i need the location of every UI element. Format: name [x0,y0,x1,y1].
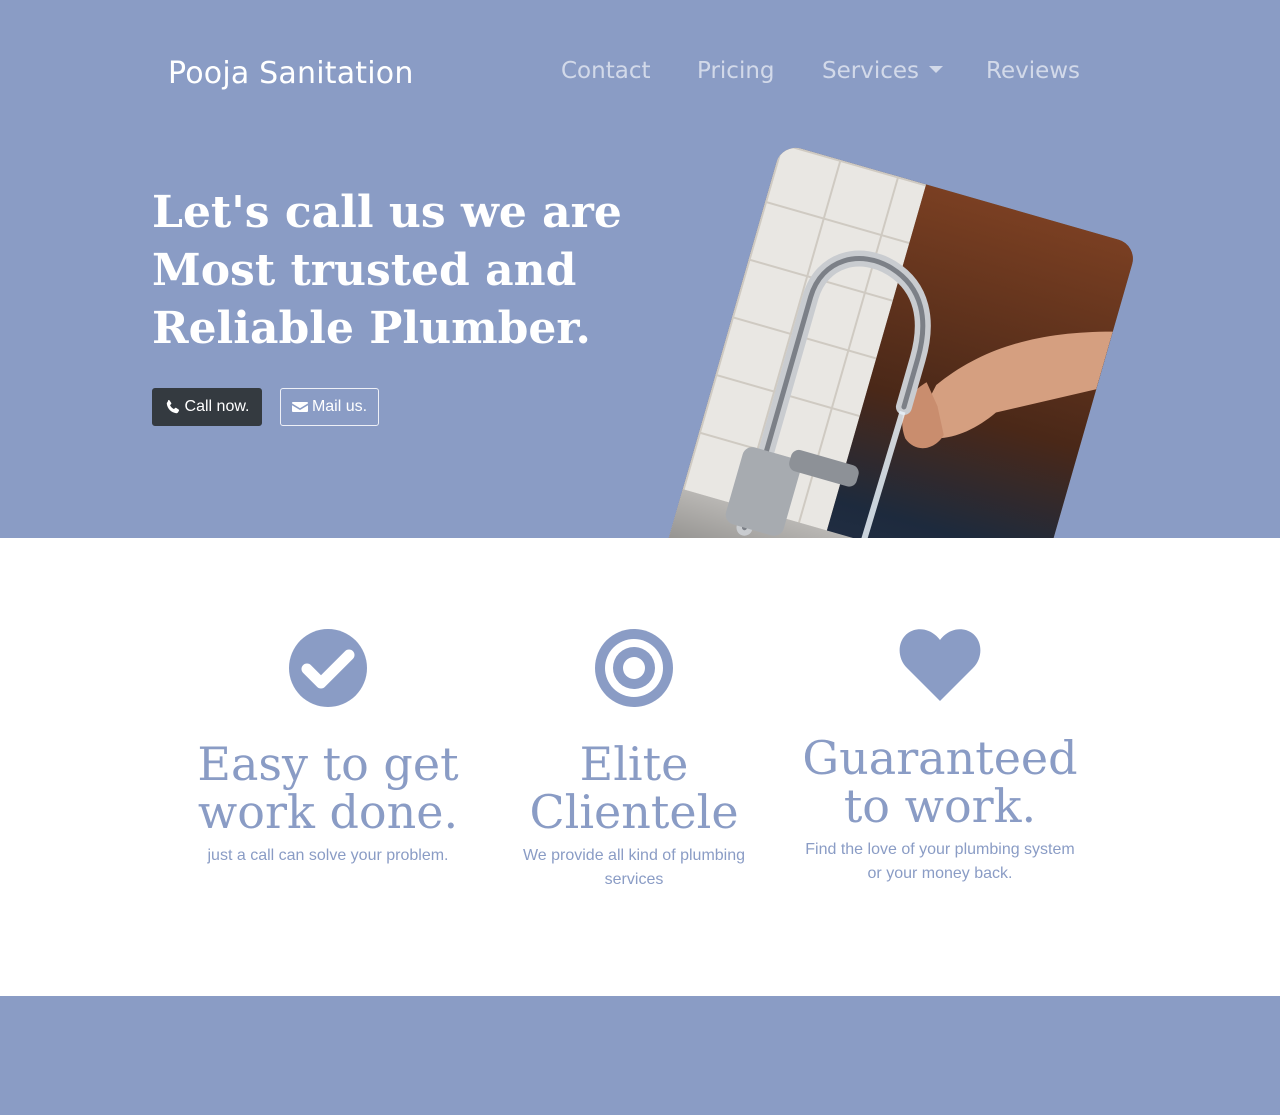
heart-icon [790,628,1090,702]
mail-us-label: Mail us. [311,398,368,415]
nav-item-services-label: Services [822,58,919,84]
nav-item-pricing[interactable]: Pricing [697,58,775,84]
feature-title: Elite Clientele [529,737,739,839]
feature-card: Elite Clientele We provide all kind of p… [484,628,784,892]
mail-us-button[interactable]: Mail us. [280,388,379,426]
feature-card: Easy to get work done. just a call can s… [178,628,478,868]
phone-icon [165,399,181,415]
feature-card: Guaranteed to work. Find the love of you… [790,628,1090,886]
envelope-icon [291,400,308,414]
faucet-photo [652,143,1138,538]
features-section: Easy to get work done. just a call can s… [0,538,1280,996]
feature-text: Find the love of your plumbing system or… [805,841,1075,882]
hero-section: Pooja Sanitation Contact Pricing Service… [0,0,1280,538]
chevron-down-icon [929,66,943,73]
nav-item-contact[interactable]: Contact [561,58,650,84]
feature-title: Guaranteed to work. [802,731,1078,833]
footer-band [0,996,1280,1115]
brand-logo-text[interactable]: Pooja Sanitation [168,56,414,91]
hero-headline: Let's call us we are Most trusted and Re… [152,187,622,354]
nav-item-reviews[interactable]: Reviews [986,58,1080,84]
check-circle-icon [178,628,478,708]
nav-item-services-dropdown[interactable]: Services [822,58,943,84]
feature-text: just a call can solve your problem. [207,847,449,864]
target-icon [484,628,784,708]
call-now-label: Call now. [184,398,250,415]
call-now-button[interactable]: Call now. [152,388,262,426]
feature-title: Easy to get work done. [197,737,459,839]
feature-text: We provide all kind of plumbing services [522,847,746,888]
